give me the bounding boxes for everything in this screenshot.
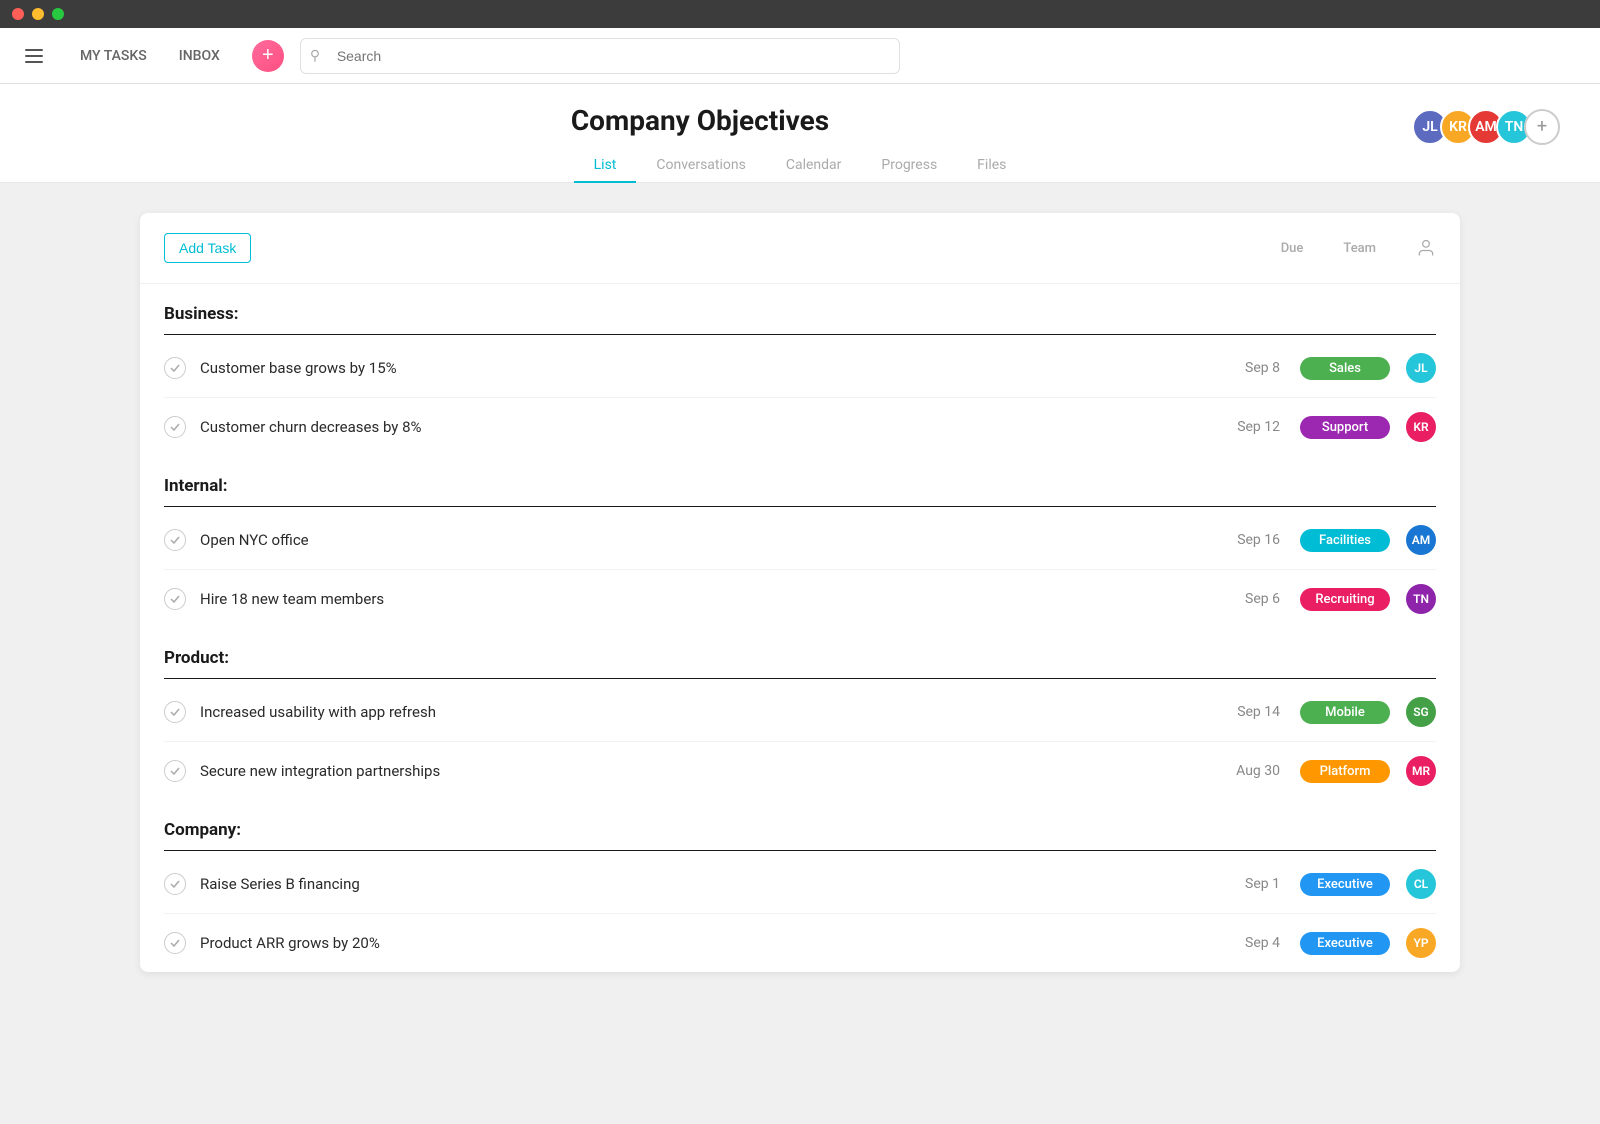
task-due: Sep 14 bbox=[1220, 704, 1280, 720]
section-company: Company: Raise Series B financing Sep 1 … bbox=[140, 800, 1460, 972]
page-header: Company Objectives JL KR AM TN + List Co… bbox=[0, 84, 1600, 183]
col-header-team: Team bbox=[1343, 241, 1376, 256]
minimize-icon[interactable] bbox=[32, 8, 44, 20]
task-due: Sep 12 bbox=[1220, 419, 1280, 435]
col-headers: Due Team bbox=[1281, 238, 1436, 258]
page-title-row: Company Objectives JL KR AM TN + bbox=[0, 104, 1600, 149]
task-name: Customer base grows by 15% bbox=[200, 359, 1220, 377]
task-check-icon[interactable] bbox=[164, 932, 186, 954]
avatar: AM bbox=[1406, 525, 1436, 555]
avatar: SG bbox=[1406, 697, 1436, 727]
task-due: Sep 16 bbox=[1220, 532, 1280, 548]
task-due: Sep 4 bbox=[1220, 935, 1280, 951]
fullscreen-icon[interactable] bbox=[52, 8, 64, 20]
avatar: YP bbox=[1406, 928, 1436, 958]
search-icon: ⚲ bbox=[310, 48, 320, 64]
table-row: Hire 18 new team members Sep 6 Recruitin… bbox=[164, 570, 1436, 628]
task-name: Raise Series B financing bbox=[200, 875, 1220, 893]
section-business: Business: Customer base grows by 15% Sep… bbox=[140, 284, 1460, 456]
page-content: Company Objectives JL KR AM TN + List Co… bbox=[0, 84, 1600, 1124]
avatar: JL bbox=[1406, 353, 1436, 383]
section-title-company: Company: bbox=[164, 800, 1436, 851]
team-badge: Platform bbox=[1300, 760, 1390, 783]
task-name: Customer churn decreases by 8% bbox=[200, 418, 1220, 436]
team-badge: Executive bbox=[1300, 873, 1390, 896]
search-container: ⚲ bbox=[300, 38, 900, 74]
inbox-link[interactable]: INBOX bbox=[163, 28, 236, 84]
task-check-icon[interactable] bbox=[164, 760, 186, 782]
table-row: Open NYC office Sep 16 Facilities AM bbox=[164, 511, 1436, 570]
main-content: Add Task Due Team Business: bbox=[0, 183, 1600, 1002]
search-input[interactable] bbox=[300, 38, 900, 74]
table-row: Product ARR grows by 20% Sep 4 Executive… bbox=[164, 914, 1436, 972]
tab-progress[interactable]: Progress bbox=[861, 149, 957, 183]
task-name: Hire 18 new team members bbox=[200, 590, 1220, 608]
avatar: MR bbox=[1406, 756, 1436, 786]
avatar: KR bbox=[1406, 412, 1436, 442]
title-bar bbox=[0, 0, 1600, 28]
avatar: TN bbox=[1406, 584, 1436, 614]
hamburger-icon bbox=[25, 61, 43, 63]
task-card: Add Task Due Team Business: bbox=[140, 213, 1460, 972]
task-check-icon[interactable] bbox=[164, 529, 186, 551]
table-row: Customer churn decreases by 8% Sep 12 Su… bbox=[164, 398, 1436, 456]
top-nav: MY TASKS INBOX + ⚲ bbox=[0, 28, 1600, 84]
person-icon bbox=[1416, 238, 1436, 258]
table-row: Secure new integration partnerships Aug … bbox=[164, 742, 1436, 800]
page-title: Company Objectives bbox=[0, 104, 1400, 137]
section-title-internal: Internal: bbox=[164, 456, 1436, 507]
tab-calendar[interactable]: Calendar bbox=[766, 149, 862, 183]
table-row: Increased usability with app refresh Sep… bbox=[164, 683, 1436, 742]
my-tasks-link[interactable]: MY TASKS bbox=[64, 28, 163, 84]
section-title-business: Business: bbox=[164, 284, 1436, 335]
team-badge: Mobile bbox=[1300, 701, 1390, 724]
hamburger-button[interactable] bbox=[16, 38, 52, 74]
task-check-icon[interactable] bbox=[164, 701, 186, 723]
tab-conversations[interactable]: Conversations bbox=[636, 149, 765, 183]
hamburger-icon bbox=[25, 55, 43, 57]
tab-nav: List Conversations Calendar Progress Fil… bbox=[0, 149, 1600, 182]
table-row: Customer base grows by 15% Sep 8 Sales J… bbox=[164, 339, 1436, 398]
task-name: Open NYC office bbox=[200, 531, 1220, 549]
table-row: Raise Series B financing Sep 1 Executive… bbox=[164, 855, 1436, 914]
team-badge: Facilities bbox=[1300, 529, 1390, 552]
col-header-due: Due bbox=[1281, 241, 1304, 256]
section-internal: Internal: Open NYC office Sep 16 Facilit… bbox=[140, 456, 1460, 628]
card-header: Add Task Due Team bbox=[140, 213, 1460, 284]
task-name: Secure new integration partnerships bbox=[200, 762, 1220, 780]
task-name: Product ARR grows by 20% bbox=[200, 934, 1220, 952]
task-due: Sep 1 bbox=[1220, 876, 1280, 892]
close-icon[interactable] bbox=[12, 8, 24, 20]
team-badge: Executive bbox=[1300, 932, 1390, 955]
hamburger-icon bbox=[25, 49, 43, 51]
add-task-button[interactable]: Add Task bbox=[164, 233, 251, 263]
add-member-button[interactable]: + bbox=[1524, 109, 1560, 145]
add-button[interactable]: + bbox=[252, 40, 284, 72]
team-badge: Recruiting bbox=[1300, 588, 1390, 611]
team-badge: Support bbox=[1300, 416, 1390, 439]
tab-files[interactable]: Files bbox=[957, 149, 1026, 183]
section-title-product: Product: bbox=[164, 628, 1436, 679]
task-check-icon[interactable] bbox=[164, 416, 186, 438]
avatar: CL bbox=[1406, 869, 1436, 899]
task-due: Sep 6 bbox=[1220, 591, 1280, 607]
section-product: Product: Increased usability with app re… bbox=[140, 628, 1460, 800]
task-due: Aug 30 bbox=[1220, 763, 1280, 779]
task-check-icon[interactable] bbox=[164, 588, 186, 610]
team-avatars: JL KR AM TN + bbox=[1412, 109, 1560, 145]
task-check-icon[interactable] bbox=[164, 357, 186, 379]
task-name: Increased usability with app refresh bbox=[200, 703, 1220, 721]
task-due: Sep 8 bbox=[1220, 360, 1280, 376]
tab-list[interactable]: List bbox=[574, 149, 637, 183]
task-check-icon[interactable] bbox=[164, 873, 186, 895]
team-badge: Sales bbox=[1300, 357, 1390, 380]
